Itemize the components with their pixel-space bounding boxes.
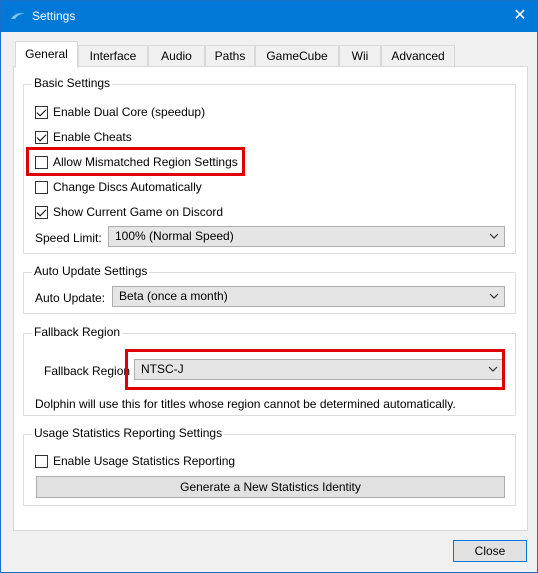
tab-gamecube[interactable]: GameCube [255, 45, 339, 67]
window-title: Settings [32, 9, 76, 23]
speed-limit-dropdown[interactable]: 100% (Normal Speed) [108, 226, 505, 247]
fallback-region-title: Fallback Region [32, 325, 123, 339]
speed-limit-value: 100% (Normal Speed) [115, 229, 234, 243]
tab-advanced[interactable]: Advanced [381, 45, 455, 67]
general-panel: Basic Settings Enable Dual Core (speedup… [13, 66, 528, 531]
fallback-region-note: Dolphin will use this for titles whose r… [35, 397, 456, 411]
checkbox-box[interactable] [35, 205, 48, 219]
checkbox-label: Allow Mismatched Region Settings [53, 155, 238, 169]
auto-update-dropdown[interactable]: Beta (once a month) [112, 286, 505, 307]
fallback-region-label: Fallback Region [44, 364, 131, 378]
checkbox-box[interactable] [35, 454, 48, 468]
chevron-down-icon [489, 293, 499, 299]
basic-settings-group: Basic Settings Enable Dual Core (speedup… [23, 76, 516, 254]
cheats-checkbox[interactable]: Enable Cheats [35, 128, 132, 146]
checkbox-box[interactable] [35, 105, 48, 119]
auto-update-value: Beta (once a month) [119, 289, 228, 303]
close-button[interactable]: Close [453, 540, 527, 562]
settings-window: Settings ✕ General Interface Audio Paths… [0, 0, 538, 573]
tab-audio[interactable]: Audio [148, 45, 205, 67]
fallback-region-value: NTSC-J [141, 362, 184, 376]
checkbox-box[interactable] [35, 180, 48, 194]
chevron-down-icon [489, 233, 499, 239]
usage-statistics-checkbox[interactable]: Enable Usage Statistics Reporting [35, 452, 235, 470]
change-discs-checkbox[interactable]: Change Discs Automatically [35, 178, 202, 196]
title-bar: Settings ✕ [1, 1, 537, 32]
usage-statistics-title: Usage Statistics Reporting Settings [32, 426, 225, 440]
checkbox-box[interactable] [35, 130, 48, 144]
auto-update-label: Auto Update: [35, 291, 106, 305]
tab-interface[interactable]: Interface [78, 45, 148, 67]
dual-core-checkbox[interactable]: Enable Dual Core (speedup) [35, 103, 205, 121]
checkbox-label: Enable Dual Core (speedup) [53, 105, 206, 119]
fallback-region-group: Fallback Region Fallback Region NTSC-J D… [23, 325, 516, 416]
tab-wii[interactable]: Wii [339, 45, 381, 67]
checkbox-label: Enable Cheats [53, 130, 132, 144]
auto-update-group: Auto Update Settings Auto Update: Beta (… [23, 264, 516, 314]
mismatched-region-checkbox[interactable]: Allow Mismatched Region Settings [35, 153, 238, 171]
close-icon[interactable]: ✕ [503, 1, 537, 32]
usage-statistics-group: Usage Statistics Reporting Settings Enab… [23, 426, 516, 506]
generate-statistics-identity-button[interactable]: Generate a New Statistics Identity [36, 476, 505, 498]
auto-update-title: Auto Update Settings [32, 264, 150, 278]
discord-checkbox[interactable]: Show Current Game on Discord [35, 203, 223, 221]
fallback-region-dropdown[interactable]: NTSC-J [134, 359, 504, 380]
speed-limit-label: Speed Limit: [35, 231, 102, 245]
checkbox-label: Enable Usage Statistics Reporting [53, 454, 236, 468]
checkbox-box[interactable] [35, 155, 48, 169]
tab-general[interactable]: General [15, 41, 78, 68]
tab-paths[interactable]: Paths [205, 45, 255, 67]
checkbox-label: Change Discs Automatically [53, 180, 202, 194]
checkbox-label: Show Current Game on Discord [53, 205, 224, 219]
basic-settings-title: Basic Settings [32, 76, 113, 90]
chevron-down-icon [488, 366, 498, 372]
dolphin-app-icon [11, 13, 25, 19]
